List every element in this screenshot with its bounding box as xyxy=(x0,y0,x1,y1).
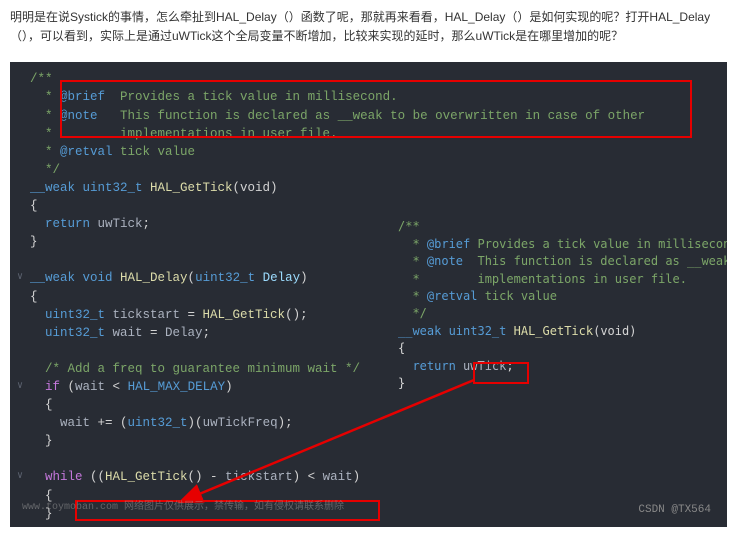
keyword-weak: __weak xyxy=(30,181,75,195)
code-editor: ∨ ∨ ∨ /** * @brief Provides a tick value… xyxy=(10,62,727,527)
paren: ) xyxy=(300,271,308,285)
brace: { xyxy=(30,199,38,213)
comment: * xyxy=(30,90,60,104)
var: tickstart xyxy=(225,470,293,484)
comment: tick value xyxy=(113,145,196,159)
comment-start: /** xyxy=(30,72,53,86)
func-call: HAL_GetTick xyxy=(203,308,286,322)
param-name: Delay xyxy=(255,271,300,285)
doxygen-tag: @note xyxy=(60,109,98,123)
credit-label: CSDN @TX564 xyxy=(638,503,711,519)
cast-type: uint32_t xyxy=(128,416,188,430)
doxygen-tag: @brief xyxy=(427,237,470,251)
type: uint32_t xyxy=(30,308,105,322)
var-uwtick: uwTick xyxy=(90,217,143,231)
comment-start: /** xyxy=(398,219,420,233)
function-name: HAL_GetTick xyxy=(143,181,233,195)
keyword-weak: __weak xyxy=(398,324,441,338)
var: wait xyxy=(30,416,90,430)
comment: This function is declared as __weak to b… xyxy=(98,109,646,123)
keyword-return: return xyxy=(398,359,456,373)
brace: { xyxy=(30,290,38,304)
var: wait xyxy=(105,326,143,340)
var: wait xyxy=(323,470,353,484)
keyword-weak: __weak xyxy=(30,271,75,285)
type: void xyxy=(75,271,113,285)
func-call: HAL_GetTick xyxy=(105,470,188,484)
paren: )( xyxy=(188,416,203,430)
comment-end: */ xyxy=(398,306,427,320)
fold-chevron-icon[interactable]: ∨ xyxy=(14,378,26,396)
comment: * xyxy=(398,254,427,268)
var: Delay xyxy=(165,326,203,340)
function-name: HAL_GetTick xyxy=(506,324,593,338)
fold-chevron-icon[interactable]: ∨ xyxy=(14,468,26,486)
comment: * xyxy=(30,109,60,123)
type: uint32_t xyxy=(441,324,506,338)
comment: * xyxy=(30,145,60,159)
brace: { xyxy=(398,341,405,355)
op: () - xyxy=(188,470,226,484)
params: (void) xyxy=(233,181,278,195)
keyword-while: while xyxy=(30,470,83,484)
brace: { xyxy=(30,398,53,412)
semi: ; xyxy=(203,326,211,340)
gutter: ∨ ∨ ∨ xyxy=(14,70,26,522)
function-name: HAL_Delay xyxy=(113,271,188,285)
comment-end: */ xyxy=(30,163,60,177)
intro-paragraph: 明明是在说Systick的事情，怎么牵扯到HAL_Delay（）函数了呢，那就再… xyxy=(0,0,737,54)
comment: * implementations in user file. xyxy=(30,127,338,141)
comment: /* Add a freq to guarantee minimum wait … xyxy=(30,362,360,376)
op: = xyxy=(143,326,166,340)
brace: } xyxy=(30,434,53,448)
comment: * xyxy=(398,237,427,251)
comment: * xyxy=(398,289,427,303)
comment: Provides a tick value in millisecond. xyxy=(105,90,398,104)
comment: tick value xyxy=(477,289,556,303)
keyword-if: if xyxy=(30,380,60,394)
doxygen-tag: @retval xyxy=(60,145,113,159)
keyword-return: return xyxy=(30,217,90,231)
paren: ) xyxy=(353,470,361,484)
doxygen-tag: @brief xyxy=(60,90,105,104)
param-type: uint32_t xyxy=(195,271,255,285)
paren: ( xyxy=(188,271,196,285)
comment: Provides a tick value in millisecond. xyxy=(470,237,727,251)
paren: ( xyxy=(60,380,75,394)
const: HAL_MAX_DELAY xyxy=(128,380,226,394)
op: += ( xyxy=(90,416,128,430)
var: wait xyxy=(75,380,105,394)
brace: } xyxy=(30,235,38,249)
fold-chevron-icon[interactable]: ∨ xyxy=(14,269,26,287)
op: = xyxy=(180,308,203,322)
comment: * implementations in user file. xyxy=(398,272,687,286)
op: ) < xyxy=(293,470,323,484)
end: ); xyxy=(278,416,293,430)
type: uint32_t xyxy=(75,181,143,195)
type: uint32_t xyxy=(30,326,105,340)
paren: ) xyxy=(225,380,233,394)
semi: ; xyxy=(143,217,151,231)
var: uwTickFreq xyxy=(203,416,278,430)
end: (); xyxy=(285,308,308,322)
inset-code: /** * @brief Provides a tick value in mi… xyxy=(392,216,727,394)
blank-line xyxy=(30,450,727,468)
semi: ; xyxy=(506,359,513,373)
doxygen-tag: @retval xyxy=(427,289,478,303)
var-uwtick: uwTick xyxy=(456,359,507,373)
paren: (( xyxy=(83,470,106,484)
doxygen-tag: @note xyxy=(427,254,463,268)
params: (void) xyxy=(593,324,636,338)
op: < xyxy=(105,380,128,394)
watermark: www.toymoban.com 网络图片仅供展示，禁传输，如有侵权请联系删除 xyxy=(22,501,344,516)
comment: This function is declared as __weak to b… xyxy=(463,254,727,268)
var: tickstart xyxy=(105,308,180,322)
brace: } xyxy=(398,376,405,390)
